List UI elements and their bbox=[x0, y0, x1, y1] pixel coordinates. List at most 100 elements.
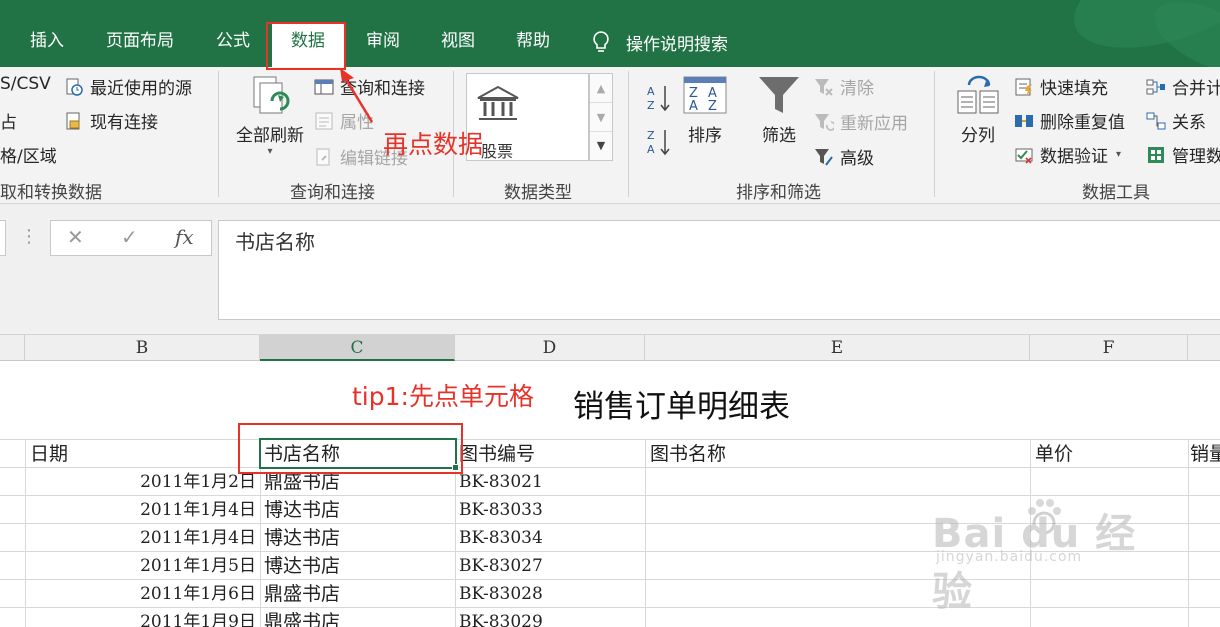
tab-page-layout[interactable]: 页面布局 bbox=[94, 24, 186, 60]
from-web-button[interactable]: 占 bbox=[0, 108, 17, 133]
header-quantity[interactable]: 销量 bbox=[1190, 439, 1220, 467]
header-book-name[interactable]: 图书名称 bbox=[650, 439, 1020, 467]
cell-date[interactable]: 2011年1月5日 bbox=[30, 551, 256, 579]
insert-function-icon[interactable]: fx bbox=[175, 225, 194, 249]
column-header-f[interactable]: F bbox=[1030, 335, 1188, 361]
gallery-down-icon[interactable]: ▼ bbox=[590, 103, 612, 132]
formula-input[interactable]: 书店名称 bbox=[218, 220, 1220, 320]
filter-button[interactable]: 筛选 bbox=[752, 75, 806, 146]
cell-book-id[interactable]: BK-83029 bbox=[459, 607, 641, 627]
column-header-b[interactable]: B bbox=[25, 335, 260, 361]
tab-help[interactable]: 帮助 bbox=[500, 24, 566, 60]
formula-buttons: ✕ ✓ fx bbox=[50, 220, 212, 256]
stocks-label: 股票 bbox=[481, 142, 514, 161]
data-validation-icon bbox=[1015, 148, 1033, 164]
tab-insert[interactable]: 插入 bbox=[14, 24, 80, 60]
header-book-id[interactable]: 图书编号 bbox=[459, 439, 641, 467]
annotation-box-cell bbox=[238, 423, 463, 474]
text-to-columns-label: 分列 bbox=[961, 126, 995, 146]
column-header-e[interactable]: E bbox=[645, 335, 1030, 361]
svg-text:Z: Z bbox=[647, 129, 655, 142]
refresh-all-label: 全部刷新 bbox=[236, 126, 304, 146]
enter-icon[interactable]: ✓ bbox=[121, 225, 138, 249]
cell-store[interactable]: 鼎盛书店 bbox=[264, 579, 452, 607]
svg-text:A: A bbox=[689, 99, 698, 114]
data-validation-button[interactable]: 数据验证 ▾ bbox=[1014, 142, 1121, 167]
column-header-a-partial[interactable] bbox=[0, 335, 25, 361]
cell-date[interactable]: 2011年1月2日 bbox=[30, 467, 256, 495]
tab-formulas[interactable]: 公式 bbox=[200, 24, 266, 60]
cell-book-id[interactable]: BK-83027 bbox=[459, 551, 641, 579]
cell-book-id[interactable]: BK-83034 bbox=[459, 523, 641, 551]
gallery-up-icon[interactable]: ▲ bbox=[590, 74, 612, 103]
from-text-csv-button[interactable]: S/CSV bbox=[0, 74, 51, 94]
recent-sources-icon bbox=[66, 78, 83, 96]
formula-bar: ⋮ ✕ ✓ fx 书店名称 bbox=[0, 204, 1220, 334]
relationships-label: 关系 bbox=[1172, 113, 1206, 133]
reapply-button[interactable]: 重新应用 bbox=[814, 109, 908, 134]
refresh-all-button[interactable]: 全部刷新 ▾ bbox=[228, 73, 312, 157]
text-to-columns-button[interactable]: 分列 bbox=[950, 75, 1006, 146]
watermark-url: jingyan.baidu.com bbox=[936, 549, 1083, 565]
relationships-button[interactable]: 关系 bbox=[1146, 108, 1206, 133]
cell-store[interactable]: 鼎盛书店 bbox=[264, 607, 452, 627]
cell-date[interactable]: 2011年1月9日 bbox=[30, 607, 256, 627]
cell-book-id[interactable]: BK-83028 bbox=[459, 579, 641, 607]
flash-fill-button[interactable]: 快速填充 bbox=[1014, 74, 1108, 99]
sort-descending-icon[interactable]: ZA bbox=[646, 127, 672, 157]
group-separator bbox=[934, 71, 935, 197]
cell-date[interactable]: 2011年1月6日 bbox=[30, 579, 256, 607]
cell-store[interactable]: 博达书店 bbox=[264, 551, 452, 579]
clear-filter-button[interactable]: 清除 bbox=[814, 74, 874, 99]
column-header-g-partial[interactable] bbox=[1188, 335, 1220, 361]
annotation-tip2: 再点数据 bbox=[383, 130, 484, 159]
gallery-scroller[interactable]: ▲ ▼ ▼ bbox=[589, 73, 613, 161]
group-label-sort-filter: 排序和筛选 bbox=[736, 183, 821, 203]
formula-bar-grip-icon[interactable]: ⋮ bbox=[20, 226, 38, 247]
advanced-filter-button[interactable]: 高级 bbox=[814, 144, 874, 169]
cancel-icon[interactable]: ✕ bbox=[67, 225, 84, 249]
tab-view[interactable]: 视图 bbox=[425, 24, 491, 60]
edit-links-icon bbox=[316, 148, 330, 165]
data-types-gallery[interactable]: 股票 bbox=[466, 73, 589, 161]
remove-duplicates-icon bbox=[1015, 114, 1033, 127]
name-box[interactable] bbox=[0, 220, 6, 256]
advanced-filter-icon bbox=[815, 148, 833, 166]
gallery-more-icon[interactable]: ▼ bbox=[590, 132, 612, 160]
header-date[interactable]: 日期 bbox=[30, 439, 250, 467]
header-unit-price[interactable]: 单价 bbox=[1035, 439, 1185, 467]
cell-date[interactable]: 2011年1月4日 bbox=[30, 523, 256, 551]
tab-review[interactable]: 审阅 bbox=[350, 24, 416, 60]
flash-fill-label: 快速填充 bbox=[1040, 79, 1108, 99]
ribbon-tab-bar: 插入 页面布局 公式 数据 审阅 视图 帮助 操作说明搜索 bbox=[0, 0, 1220, 67]
cell-book-id[interactable]: BK-83021 bbox=[459, 467, 641, 495]
column-header-d[interactable]: D bbox=[455, 335, 645, 361]
data-validation-dropdown-icon[interactable]: ▾ bbox=[1116, 149, 1121, 160]
refresh-dropdown-icon[interactable]: ▾ bbox=[228, 146, 312, 157]
remove-duplicates-button[interactable]: 删除重复值 bbox=[1014, 108, 1125, 133]
group-label-data-types: 数据类型 bbox=[504, 183, 572, 203]
sort-button[interactable]: ZAAZ 排序 bbox=[680, 75, 730, 146]
existing-connections-button[interactable]: 现有连接 bbox=[64, 108, 158, 133]
cell-store[interactable]: 博达书店 bbox=[264, 523, 452, 551]
group-label-get-transform: 取和转换数据 bbox=[0, 183, 102, 203]
group-separator bbox=[218, 71, 219, 197]
recent-sources-button[interactable]: 最近使用的源 bbox=[64, 74, 192, 99]
worksheet: 销售订单明细表 日期 书店名称 图书编号 图书名称 单价 销量 2011年1月2… bbox=[0, 361, 1220, 627]
cell-date[interactable]: 2011年1月4日 bbox=[30, 495, 256, 523]
column-header-c[interactable]: C bbox=[260, 335, 455, 361]
from-table-range-button[interactable]: 格/区域 bbox=[0, 142, 57, 167]
queries-connections-icon bbox=[314, 79, 334, 94]
group-label-data-tools: 数据工具 bbox=[1082, 183, 1150, 203]
annotation-tip1: tip1:先点单元格 bbox=[352, 382, 534, 411]
text-to-columns-icon bbox=[957, 75, 999, 114]
tell-me-search[interactable]: 操作说明搜索 bbox=[592, 24, 728, 60]
consolidate-button[interactable]: 合并计 bbox=[1146, 74, 1220, 99]
cell-store[interactable]: 博达书店 bbox=[264, 495, 452, 523]
manage-data-model-button[interactable]: 管理数 bbox=[1146, 142, 1220, 167]
stocks-icon bbox=[477, 85, 519, 120]
consolidate-label: 合并计 bbox=[1172, 79, 1220, 99]
cell-book-id[interactable]: BK-83033 bbox=[459, 495, 641, 523]
sort-ascending-icon[interactable]: AZ bbox=[646, 83, 672, 113]
lightbulb-icon bbox=[593, 31, 609, 52]
